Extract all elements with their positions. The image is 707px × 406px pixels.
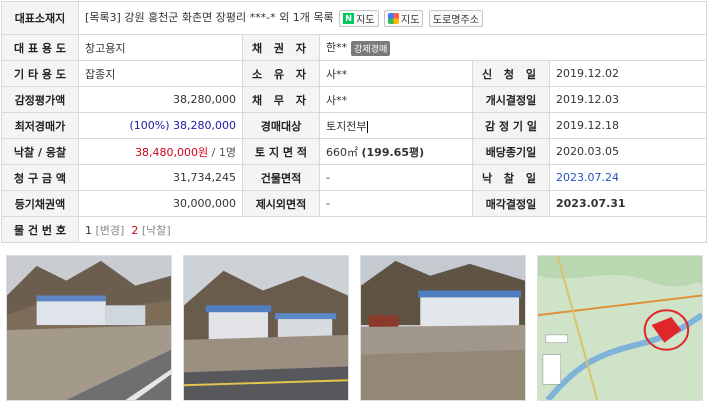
- appraisal-value: 38,280,000: [78, 86, 243, 113]
- creditor-label: 채 권 자: [242, 34, 320, 61]
- row-address: 대표소재지 [목록3] 강원 홍천군 화촌면 장평리 ***-* 외 1개 목록…: [1, 1, 707, 35]
- main-usage-label: 대 표 용 도: [1, 34, 79, 61]
- address-extra: 외 1개 목록: [279, 11, 334, 25]
- land-area-cell: 660㎡ (199.65평): [319, 138, 473, 165]
- address-prefix: [목록3]: [85, 11, 121, 25]
- address-cell: [목록3] 강원 홍천군 화촌면 장평리 ***-* 외 1개 목록 N 지도 지…: [77, 1, 707, 35]
- auction-target-label: 경매대상: [242, 112, 320, 139]
- auction-info-table: 대표소재지 [목록3] 강원 홍천군 화촌면 장평리 ***-* 외 1개 목록…: [1, 1, 707, 243]
- sale-decision-date-value: 2023.07.31: [548, 190, 707, 217]
- main-usage-value: 창고용지: [78, 34, 243, 61]
- extra-area-label: 제시외면적: [242, 190, 320, 217]
- row-usage: 대 표 용 도 창고용지 채 권 자 한** 강제경매: [1, 34, 707, 61]
- item-1-number[interactable]: 1: [85, 224, 92, 237]
- other-usage-label: 기 타 용 도: [1, 60, 79, 87]
- appraisal-date-value: 2019.12.18: [548, 112, 707, 139]
- location-map-thumbnail[interactable]: [537, 255, 703, 401]
- item-number-cell: 1 [변경] 2 [낙찰]: [77, 216, 707, 243]
- owner-value: 사**: [319, 60, 473, 87]
- filing-date-label: 신 청 일: [472, 60, 550, 87]
- claim-amount-value: 31,734,245: [78, 164, 243, 191]
- land-area-label: 토 지 면 적: [242, 138, 320, 165]
- row-winning-bid: 낙찰 / 응찰 38,480,000원 / 1명 토 지 면 적 660㎡ (1…: [1, 138, 707, 165]
- minimum-price-label: 최저경매가: [1, 112, 79, 139]
- filing-date-value: 2019.12.02: [548, 60, 707, 87]
- auction-target-value: 토지전부: [326, 119, 367, 133]
- property-photo-2[interactable]: [183, 255, 349, 401]
- winning-bid-cell: 38,480,000원 / 1명: [78, 138, 243, 165]
- minimum-price-percent: (100%): [129, 119, 170, 132]
- photo-gallery: [0, 255, 707, 401]
- claim-amount-label: 청 구 금 액: [1, 164, 79, 191]
- row-claim: 청 구 금 액 31,734,245 건물면적 - 낙 찰 일 2023.07.…: [1, 164, 707, 191]
- debtor-value: 사**: [319, 86, 473, 113]
- item-2-number[interactable]: 2: [131, 224, 138, 237]
- winning-bid-label: 낙찰 / 응찰: [1, 138, 79, 165]
- minimum-price-cell: (100%) 38,280,000: [78, 112, 243, 139]
- row-registered-claim: 등기채권액 30,000,000 제시외면적 - 매각결정일 2023.07.3…: [1, 190, 707, 217]
- registered-claim-value: 30,000,000: [78, 190, 243, 217]
- naver-n-icon: N: [343, 12, 355, 24]
- item-number-label: 물 건 번 호: [1, 216, 79, 243]
- daum-map-button[interactable]: 지도: [384, 9, 424, 27]
- item-1-status[interactable]: [변경]: [96, 224, 125, 237]
- daum-logo-icon: [388, 12, 399, 24]
- address-text: 강원 홍천군 화촌면 장평리 ***-*: [124, 11, 276, 25]
- building-area-label: 건물면적: [242, 164, 320, 191]
- auction-type-badge: 강제경매: [351, 40, 391, 56]
- land-area-pyeong: (199.65평): [361, 145, 425, 159]
- registered-claim-label: 등기채권액: [1, 190, 79, 217]
- bidder-count: / 1명: [211, 145, 236, 159]
- row-minimum-price: 최저경매가 (100%) 38,280,000 경매대상 토지전부 감 정 기 …: [1, 112, 707, 139]
- minimum-price-value: 38,280,000: [173, 119, 236, 132]
- extra-area-value: -: [319, 190, 473, 217]
- sale-date-label: 낙 찰 일: [472, 164, 550, 191]
- auction-target-cell: 토지전부: [319, 112, 473, 139]
- sale-decision-date-label: 매각결정일: [472, 190, 550, 217]
- commencement-date-value: 2019.12.03: [548, 86, 707, 113]
- dividend-deadline-value: 2020.03.05: [548, 138, 707, 165]
- address-label: 대표소재지: [1, 1, 79, 35]
- row-item-number: 물 건 번 호 1 [변경] 2 [낙찰]: [1, 216, 707, 243]
- creditor-cell: 한** 강제경매: [318, 34, 707, 61]
- row-appraisal: 감정평가액 38,280,000 채 무 자 사** 개시결정일 2019.12…: [1, 86, 707, 113]
- property-photo-1[interactable]: [6, 255, 172, 401]
- appraisal-date-label: 감 정 기 일: [472, 112, 550, 139]
- building-area-value: -: [319, 164, 473, 191]
- land-area-sqm: 660㎡: [326, 145, 358, 159]
- commencement-date-label: 개시결정일: [472, 86, 550, 113]
- appraisal-label: 감정평가액: [1, 86, 79, 113]
- dividend-deadline-label: 배당종기일: [472, 138, 550, 165]
- road-address-button[interactable]: 도로명주소: [428, 9, 483, 27]
- sale-date-value: 2023.07.24: [548, 164, 707, 191]
- property-photo-3[interactable]: [360, 255, 526, 401]
- text-cursor: [367, 120, 369, 133]
- item-2-status[interactable]: [낙찰]: [142, 224, 171, 237]
- other-usage-value: 잡종지: [78, 60, 243, 87]
- debtor-label: 채 무 자: [242, 86, 320, 113]
- row-other-usage: 기 타 용 도 잡종지 소 유 자 사** 신 청 일 2019.12.02: [1, 60, 707, 87]
- creditor-value: 한**: [326, 41, 348, 55]
- naver-map-button[interactable]: N 지도: [339, 9, 379, 27]
- winning-bid-value: 38,480,000원: [135, 145, 209, 159]
- owner-label: 소 유 자: [242, 60, 320, 87]
